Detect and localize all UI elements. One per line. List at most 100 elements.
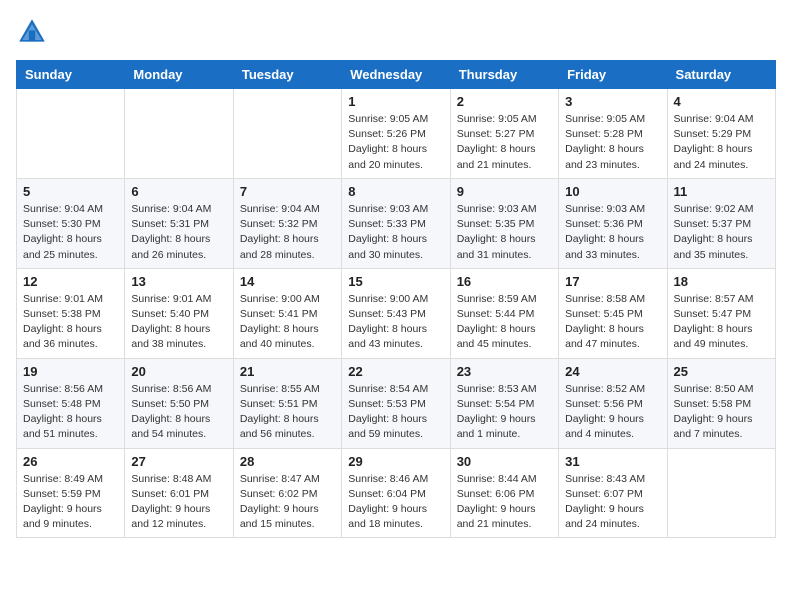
day-info: Sunrise: 8:59 AMSunset: 5:44 PMDaylight:… xyxy=(457,292,552,353)
day-info: Sunrise: 8:56 AMSunset: 5:48 PMDaylight:… xyxy=(23,382,118,443)
day-cell: 14 Sunrise: 9:00 AMSunset: 5:41 PMDayligh… xyxy=(233,268,341,358)
calendar-table: SundayMondayTuesdayWednesdayThursdayFrid… xyxy=(16,60,776,538)
day-info: Sunrise: 9:02 AMSunset: 5:37 PMDaylight:… xyxy=(674,202,769,263)
day-info: Sunrise: 9:04 AMSunset: 5:31 PMDaylight:… xyxy=(131,202,226,263)
day-info: Sunrise: 8:54 AMSunset: 5:53 PMDaylight:… xyxy=(348,382,443,443)
weekday-header-tuesday: Tuesday xyxy=(233,61,341,89)
day-cell: 26Sunrise: 8:49 AMSunset: 5:59 PMDayligh… xyxy=(17,448,125,538)
weekday-header-friday: Friday xyxy=(559,61,667,89)
week-row-2: 5 Sunrise: 9:04 AMSunset: 5:30 PMDaylight… xyxy=(17,178,776,268)
weekday-header-row: SundayMondayTuesdayWednesdayThursdayFrid… xyxy=(17,61,776,89)
day-cell: 20 Sunrise: 8:56 AMSunset: 5:50 PMDayligh… xyxy=(125,358,233,448)
day-cell: 1Sunrise: 9:05 AMSunset: 5:26 PMDaylight… xyxy=(342,89,450,179)
day-info: Sunrise: 8:47 AMSunset: 6:02 PMDaylight:… xyxy=(240,472,335,533)
day-number: 18 xyxy=(674,274,769,289)
day-cell: 7 Sunrise: 9:04 AMSunset: 5:32 PMDaylight… xyxy=(233,178,341,268)
day-number: 24 xyxy=(565,364,660,379)
weekday-header-monday: Monday xyxy=(125,61,233,89)
day-cell: 27 Sunrise: 8:48 AMSunset: 6:01 PMDayligh… xyxy=(125,448,233,538)
day-number: 25 xyxy=(674,364,769,379)
day-cell: 18 Sunrise: 8:57 AMSunset: 5:47 PMDayligh… xyxy=(667,268,775,358)
day-number: 13 xyxy=(131,274,226,289)
day-info: Sunrise: 8:46 AMSunset: 6:04 PMDaylight:… xyxy=(348,472,443,533)
day-info: Sunrise: 8:56 AMSunset: 5:50 PMDaylight:… xyxy=(131,382,226,443)
day-number: 22 xyxy=(348,364,443,379)
day-cell: 8 Sunrise: 9:03 AMSunset: 5:33 PMDaylight… xyxy=(342,178,450,268)
day-cell xyxy=(233,89,341,179)
day-cell: 23Sunrise: 8:53 AMSunset: 5:54 PMDayligh… xyxy=(450,358,558,448)
day-info: Sunrise: 9:05 AMSunset: 5:28 PMDaylight:… xyxy=(565,112,660,173)
day-cell: 24 Sunrise: 8:52 AMSunset: 5:56 PMDayligh… xyxy=(559,358,667,448)
day-number: 5 xyxy=(23,184,118,199)
day-number: 19 xyxy=(23,364,118,379)
day-number: 31 xyxy=(565,454,660,469)
day-cell: 15Sunrise: 9:00 AMSunset: 5:43 PMDayligh… xyxy=(342,268,450,358)
day-info: Sunrise: 9:05 AMSunset: 5:27 PMDaylight:… xyxy=(457,112,552,173)
day-cell: 22 Sunrise: 8:54 AMSunset: 5:53 PMDayligh… xyxy=(342,358,450,448)
day-number: 30 xyxy=(457,454,552,469)
day-cell: 25 Sunrise: 8:50 AMSunset: 5:58 PMDayligh… xyxy=(667,358,775,448)
day-cell: 19 Sunrise: 8:56 AMSunset: 5:48 PMDayligh… xyxy=(17,358,125,448)
day-number: 28 xyxy=(240,454,335,469)
day-info: Sunrise: 9:03 AMSunset: 5:33 PMDaylight:… xyxy=(348,202,443,263)
day-info: Sunrise: 8:53 AMSunset: 5:54 PMDaylight:… xyxy=(457,382,552,443)
day-number: 16 xyxy=(457,274,552,289)
day-info: Sunrise: 9:04 AMSunset: 5:29 PMDaylight:… xyxy=(674,112,769,173)
day-cell: 17Sunrise: 8:58 AMSunset: 5:45 PMDayligh… xyxy=(559,268,667,358)
day-info: Sunrise: 8:48 AMSunset: 6:01 PMDaylight:… xyxy=(131,472,226,533)
day-info: Sunrise: 9:01 AMSunset: 5:38 PMDaylight:… xyxy=(23,292,118,353)
logo-icon xyxy=(16,16,48,48)
day-cell: 16 Sunrise: 8:59 AMSunset: 5:44 PMDayligh… xyxy=(450,268,558,358)
day-cell: 21 Sunrise: 8:55 AMSunset: 5:51 PMDayligh… xyxy=(233,358,341,448)
day-cell: 11 Sunrise: 9:02 AMSunset: 5:37 PMDayligh… xyxy=(667,178,775,268)
day-info: Sunrise: 8:43 AMSunset: 6:07 PMDaylight:… xyxy=(565,472,660,533)
day-cell xyxy=(667,448,775,538)
day-number: 11 xyxy=(674,184,769,199)
day-number: 7 xyxy=(240,184,335,199)
day-number: 27 xyxy=(131,454,226,469)
weekday-header-sunday: Sunday xyxy=(17,61,125,89)
day-cell: 31 Sunrise: 8:43 AMSunset: 6:07 PMDayligh… xyxy=(559,448,667,538)
day-number: 4 xyxy=(674,94,769,109)
day-number: 6 xyxy=(131,184,226,199)
day-cell: 29 Sunrise: 8:46 AMSunset: 6:04 PMDayligh… xyxy=(342,448,450,538)
day-number: 21 xyxy=(240,364,335,379)
week-row-5: 26Sunrise: 8:49 AMSunset: 5:59 PMDayligh… xyxy=(17,448,776,538)
day-number: 12 xyxy=(23,274,118,289)
week-row-3: 12 Sunrise: 9:01 AMSunset: 5:38 PMDayligh… xyxy=(17,268,776,358)
day-info: Sunrise: 9:00 AMSunset: 5:41 PMDaylight:… xyxy=(240,292,335,353)
page-header xyxy=(16,16,776,48)
day-info: Sunrise: 8:52 AMSunset: 5:56 PMDaylight:… xyxy=(565,382,660,443)
day-cell: 6 Sunrise: 9:04 AMSunset: 5:31 PMDaylight… xyxy=(125,178,233,268)
day-number: 1 xyxy=(348,94,443,109)
day-info: Sunrise: 8:57 AMSunset: 5:47 PMDaylight:… xyxy=(674,292,769,353)
day-number: 2 xyxy=(457,94,552,109)
day-number: 8 xyxy=(348,184,443,199)
day-number: 3 xyxy=(565,94,660,109)
day-cell: 5 Sunrise: 9:04 AMSunset: 5:30 PMDaylight… xyxy=(17,178,125,268)
day-cell: 2 Sunrise: 9:05 AMSunset: 5:27 PMDaylight… xyxy=(450,89,558,179)
day-cell: 3 Sunrise: 9:05 AMSunset: 5:28 PMDaylight… xyxy=(559,89,667,179)
day-info: Sunrise: 8:50 AMSunset: 5:58 PMDaylight:… xyxy=(674,382,769,443)
day-info: Sunrise: 8:58 AMSunset: 5:45 PMDaylight:… xyxy=(565,292,660,353)
day-number: 14 xyxy=(240,274,335,289)
day-cell xyxy=(125,89,233,179)
day-number: 20 xyxy=(131,364,226,379)
week-row-4: 19 Sunrise: 8:56 AMSunset: 5:48 PMDayligh… xyxy=(17,358,776,448)
day-info: Sunrise: 9:04 AMSunset: 5:32 PMDaylight:… xyxy=(240,202,335,263)
day-cell: 10Sunrise: 9:03 AMSunset: 5:36 PMDayligh… xyxy=(559,178,667,268)
day-info: Sunrise: 8:55 AMSunset: 5:51 PMDaylight:… xyxy=(240,382,335,443)
day-info: Sunrise: 9:04 AMSunset: 5:30 PMDaylight:… xyxy=(23,202,118,263)
day-info: Sunrise: 9:01 AMSunset: 5:40 PMDaylight:… xyxy=(131,292,226,353)
day-cell: 30 Sunrise: 8:44 AMSunset: 6:06 PMDayligh… xyxy=(450,448,558,538)
day-info: Sunrise: 9:03 AMSunset: 5:35 PMDaylight:… xyxy=(457,202,552,263)
day-info: Sunrise: 8:44 AMSunset: 6:06 PMDaylight:… xyxy=(457,472,552,533)
weekday-header-thursday: Thursday xyxy=(450,61,558,89)
logo xyxy=(16,16,52,48)
weekday-header-saturday: Saturday xyxy=(667,61,775,89)
day-cell: 13 Sunrise: 9:01 AMSunset: 5:40 PMDayligh… xyxy=(125,268,233,358)
week-row-1: 1Sunrise: 9:05 AMSunset: 5:26 PMDaylight… xyxy=(17,89,776,179)
day-number: 29 xyxy=(348,454,443,469)
day-number: 9 xyxy=(457,184,552,199)
day-number: 26 xyxy=(23,454,118,469)
